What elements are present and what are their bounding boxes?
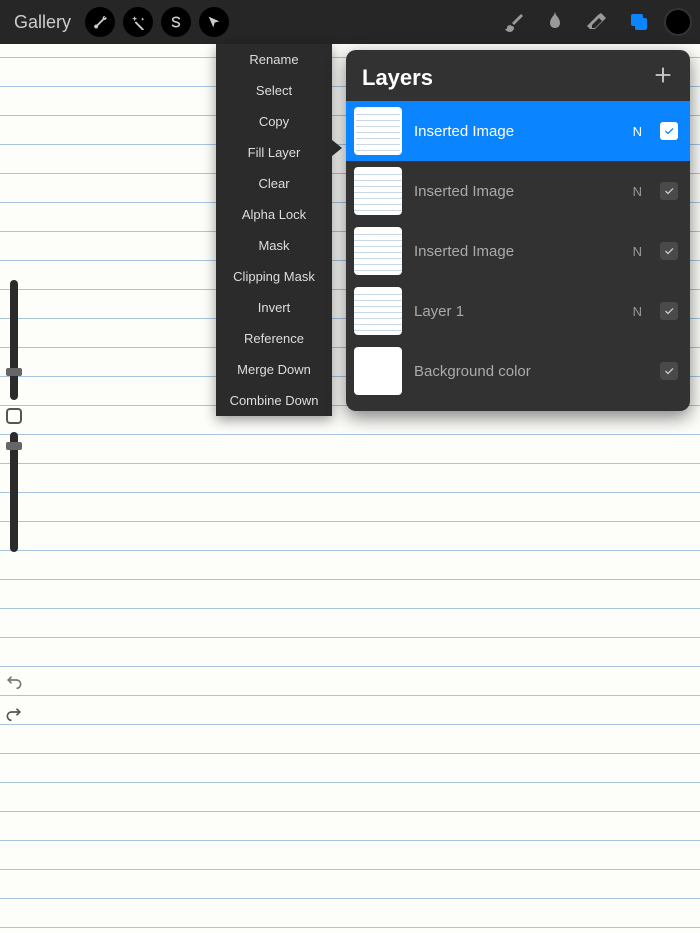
layer-row[interactable]: Layer 1 N <box>346 281 690 341</box>
brush-size-slider[interactable] <box>10 280 18 400</box>
top-toolbar: Gallery <box>0 0 700 44</box>
brush-button[interactable] <box>496 0 530 44</box>
gallery-button[interactable]: Gallery <box>8 12 77 33</box>
menu-item-fill-layer[interactable]: Fill Layer <box>216 137 332 168</box>
layer-thumbnail <box>354 347 402 395</box>
layer-row[interactable]: Inserted Image N <box>346 101 690 161</box>
brush-size-thumb[interactable] <box>6 368 22 376</box>
smudge-button[interactable] <box>538 0 572 44</box>
undo-redo-group <box>4 670 24 722</box>
selection-button[interactable] <box>161 7 191 37</box>
side-sliders <box>0 280 28 552</box>
adjustments-button[interactable] <box>123 7 153 37</box>
menu-item-select[interactable]: Select <box>216 75 332 106</box>
layer-thumbnail <box>354 107 402 155</box>
layer-blend-label[interactable]: N <box>633 244 642 259</box>
modify-button[interactable] <box>6 408 22 424</box>
wand-icon <box>130 14 146 30</box>
brush-opacity-slider[interactable] <box>10 432 18 552</box>
add-layer-button[interactable] <box>652 64 674 91</box>
layers-icon <box>627 10 651 34</box>
smudge-icon <box>543 10 567 34</box>
menu-pointer <box>332 140 342 156</box>
layer-name-label: Inserted Image <box>414 243 621 260</box>
menu-item-invert[interactable]: Invert <box>216 292 332 323</box>
layers-panel: Layers Inserted Image N Inserted Image N… <box>346 50 690 411</box>
menu-item-rename[interactable]: Rename <box>216 44 332 75</box>
layer-name-label: Layer 1 <box>414 303 621 320</box>
menu-item-reference[interactable]: Reference <box>216 323 332 354</box>
actions-button[interactable] <box>85 7 115 37</box>
layer-context-menu: Rename Select Copy Fill Layer Clear Alph… <box>216 44 332 416</box>
layer-row[interactable]: Inserted Image N <box>346 161 690 221</box>
layers-title: Layers <box>362 65 433 91</box>
undo-icon[interactable] <box>4 670 24 690</box>
layers-header: Layers <box>346 50 690 101</box>
eraser-button[interactable] <box>580 0 614 44</box>
menu-item-clipping-mask[interactable]: Clipping Mask <box>216 261 332 292</box>
transform-button[interactable] <box>199 7 229 37</box>
menu-item-mask[interactable]: Mask <box>216 230 332 261</box>
layer-visibility-checkbox[interactable] <box>660 242 678 260</box>
layer-thumbnail <box>354 167 402 215</box>
layer-name-label: Inserted Image <box>414 123 621 140</box>
selection-s-icon <box>168 14 184 30</box>
layer-blend-label[interactable]: N <box>633 304 642 319</box>
layer-row[interactable]: Inserted Image N <box>346 221 690 281</box>
layer-visibility-checkbox[interactable] <box>660 302 678 320</box>
layer-name-label: Inserted Image <box>414 183 621 200</box>
layer-row[interactable]: Background color <box>346 341 690 401</box>
cursor-icon <box>206 14 222 30</box>
layer-name-label: Background color <box>414 363 630 380</box>
layer-visibility-checkbox[interactable] <box>660 362 678 380</box>
layer-thumbnail <box>354 287 402 335</box>
eraser-icon <box>585 10 609 34</box>
layers-button[interactable] <box>622 0 656 44</box>
layer-visibility-checkbox[interactable] <box>660 122 678 140</box>
layer-blend-label[interactable]: N <box>633 184 642 199</box>
brush-opacity-thumb[interactable] <box>6 442 22 450</box>
plus-icon <box>652 64 674 86</box>
layer-thumbnail <box>354 227 402 275</box>
menu-item-alpha-lock[interactable]: Alpha Lock <box>216 199 332 230</box>
layer-blend-label[interactable]: N <box>633 124 642 139</box>
brush-icon <box>501 10 525 34</box>
redo-icon[interactable] <box>4 702 24 722</box>
menu-item-merge-down[interactable]: Merge Down <box>216 354 332 385</box>
menu-item-combine-down[interactable]: Combine Down <box>216 385 332 416</box>
wrench-icon <box>92 14 108 30</box>
menu-item-clear[interactable]: Clear <box>216 168 332 199</box>
menu-item-copy[interactable]: Copy <box>216 106 332 137</box>
layer-visibility-checkbox[interactable] <box>660 182 678 200</box>
color-picker-button[interactable] <box>664 8 692 36</box>
